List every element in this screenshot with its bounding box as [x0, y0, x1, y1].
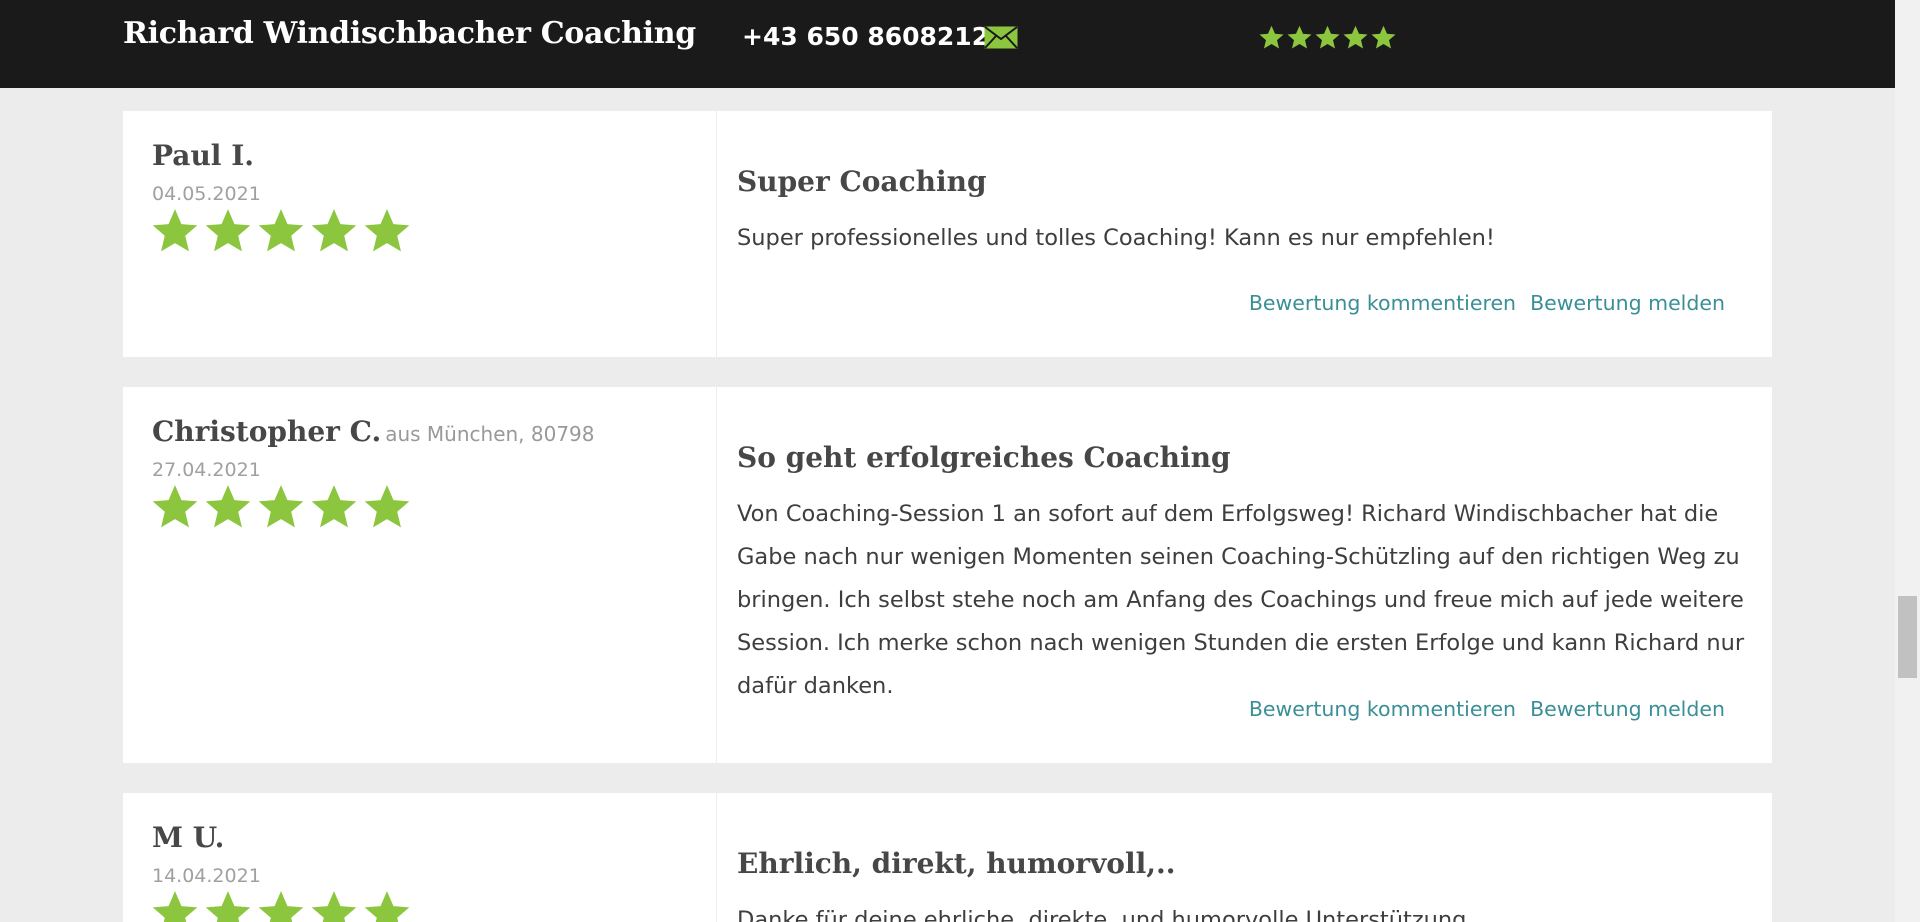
star-icon: [205, 891, 251, 922]
star-icon: [152, 209, 198, 252]
report-review-link[interactable]: Bewertung melden: [1530, 697, 1725, 721]
review-date: 27.04.2021: [152, 459, 261, 481]
page-scrollbar[interactable]: [1895, 0, 1920, 922]
star-icon: [152, 891, 198, 922]
review-rating: [150, 206, 412, 256]
star-icon: [152, 485, 198, 528]
review-date: 14.04.2021: [152, 865, 261, 887]
author-location: aus München, 80798: [385, 422, 595, 446]
review-card: Christopher C. aus München, 80798 27.04.2…: [123, 387, 1772, 763]
review-author-panel: M U. 14.04.2021: [123, 793, 717, 922]
review-content: Ehrlich, direkt, humorvoll,.. Danke für …: [717, 793, 1772, 922]
star-icon: [364, 485, 410, 528]
review-text: Danke für deine ehrliche, direkte, und h…: [737, 907, 1474, 922]
author-name: M U.: [152, 821, 225, 854]
phone-number[interactable]: +43 650 8608212: [742, 22, 989, 51]
header-rating[interactable]: [1258, 24, 1397, 51]
review-title: So geht erfolgreiches Coaching: [737, 441, 1231, 474]
comment-review-link[interactable]: Bewertung kommentieren: [1249, 697, 1516, 721]
star-icon: [205, 485, 251, 528]
star-icon: [311, 485, 357, 528]
review-author: Paul I.: [152, 139, 258, 172]
review-rating: [150, 482, 412, 532]
envelope-icon[interactable]: [984, 26, 1018, 49]
review-rating: [150, 888, 412, 922]
review-card: M U. 14.04.2021 Ehrlich, direkt, humorvo…: [123, 793, 1772, 922]
review-actions: Bewertung kommentieren Bewertung melden: [1235, 697, 1725, 721]
review-author: Christopher C. aus München, 80798: [152, 415, 595, 448]
star-icon: [1315, 25, 1340, 49]
review-title: Super Coaching: [737, 165, 987, 198]
review-actions: Bewertung kommentieren Bewertung melden: [1235, 291, 1725, 315]
review-date: 04.05.2021: [152, 183, 261, 205]
author-name: Christopher C.: [152, 415, 382, 448]
star-icon: [258, 209, 304, 252]
star-icon: [205, 209, 251, 252]
author-name: Paul I.: [152, 139, 255, 172]
review-author-panel: Christopher C. aus München, 80798 27.04.2…: [123, 387, 717, 763]
review-text: Von Coaching-Session 1 an sofort auf dem…: [737, 501, 1745, 699]
site-header: Richard Windischbacher Coaching +43 650 …: [0, 0, 1895, 88]
review-content: So geht erfolgreiches Coaching Von Coach…: [717, 387, 1772, 763]
review-author: M U.: [152, 821, 228, 854]
star-icon: [311, 209, 357, 252]
scrollbar-thumb[interactable]: [1898, 596, 1917, 678]
star-icon: [311, 891, 357, 922]
star-icon: [1287, 25, 1312, 49]
site-title[interactable]: Richard Windischbacher Coaching: [123, 16, 696, 51]
review-text: Super professionelles und tolles Coachin…: [737, 225, 1495, 251]
comment-review-link[interactable]: Bewertung kommentieren: [1249, 291, 1516, 315]
star-icon: [364, 891, 410, 922]
star-icon: [1371, 25, 1396, 49]
review-title: Ehrlich, direkt, humorvoll,..: [737, 847, 1176, 880]
review-card: Paul I. 04.05.2021 Super Coaching Super …: [123, 111, 1772, 357]
review-content: Super Coaching Super professionelles und…: [717, 111, 1772, 357]
review-author-panel: Paul I. 04.05.2021: [123, 111, 717, 357]
star-icon: [258, 485, 304, 528]
star-icon: [364, 209, 410, 252]
report-review-link[interactable]: Bewertung melden: [1530, 291, 1725, 315]
star-icon: [258, 891, 304, 922]
star-icon: [1259, 25, 1284, 49]
star-icon: [1343, 25, 1368, 49]
